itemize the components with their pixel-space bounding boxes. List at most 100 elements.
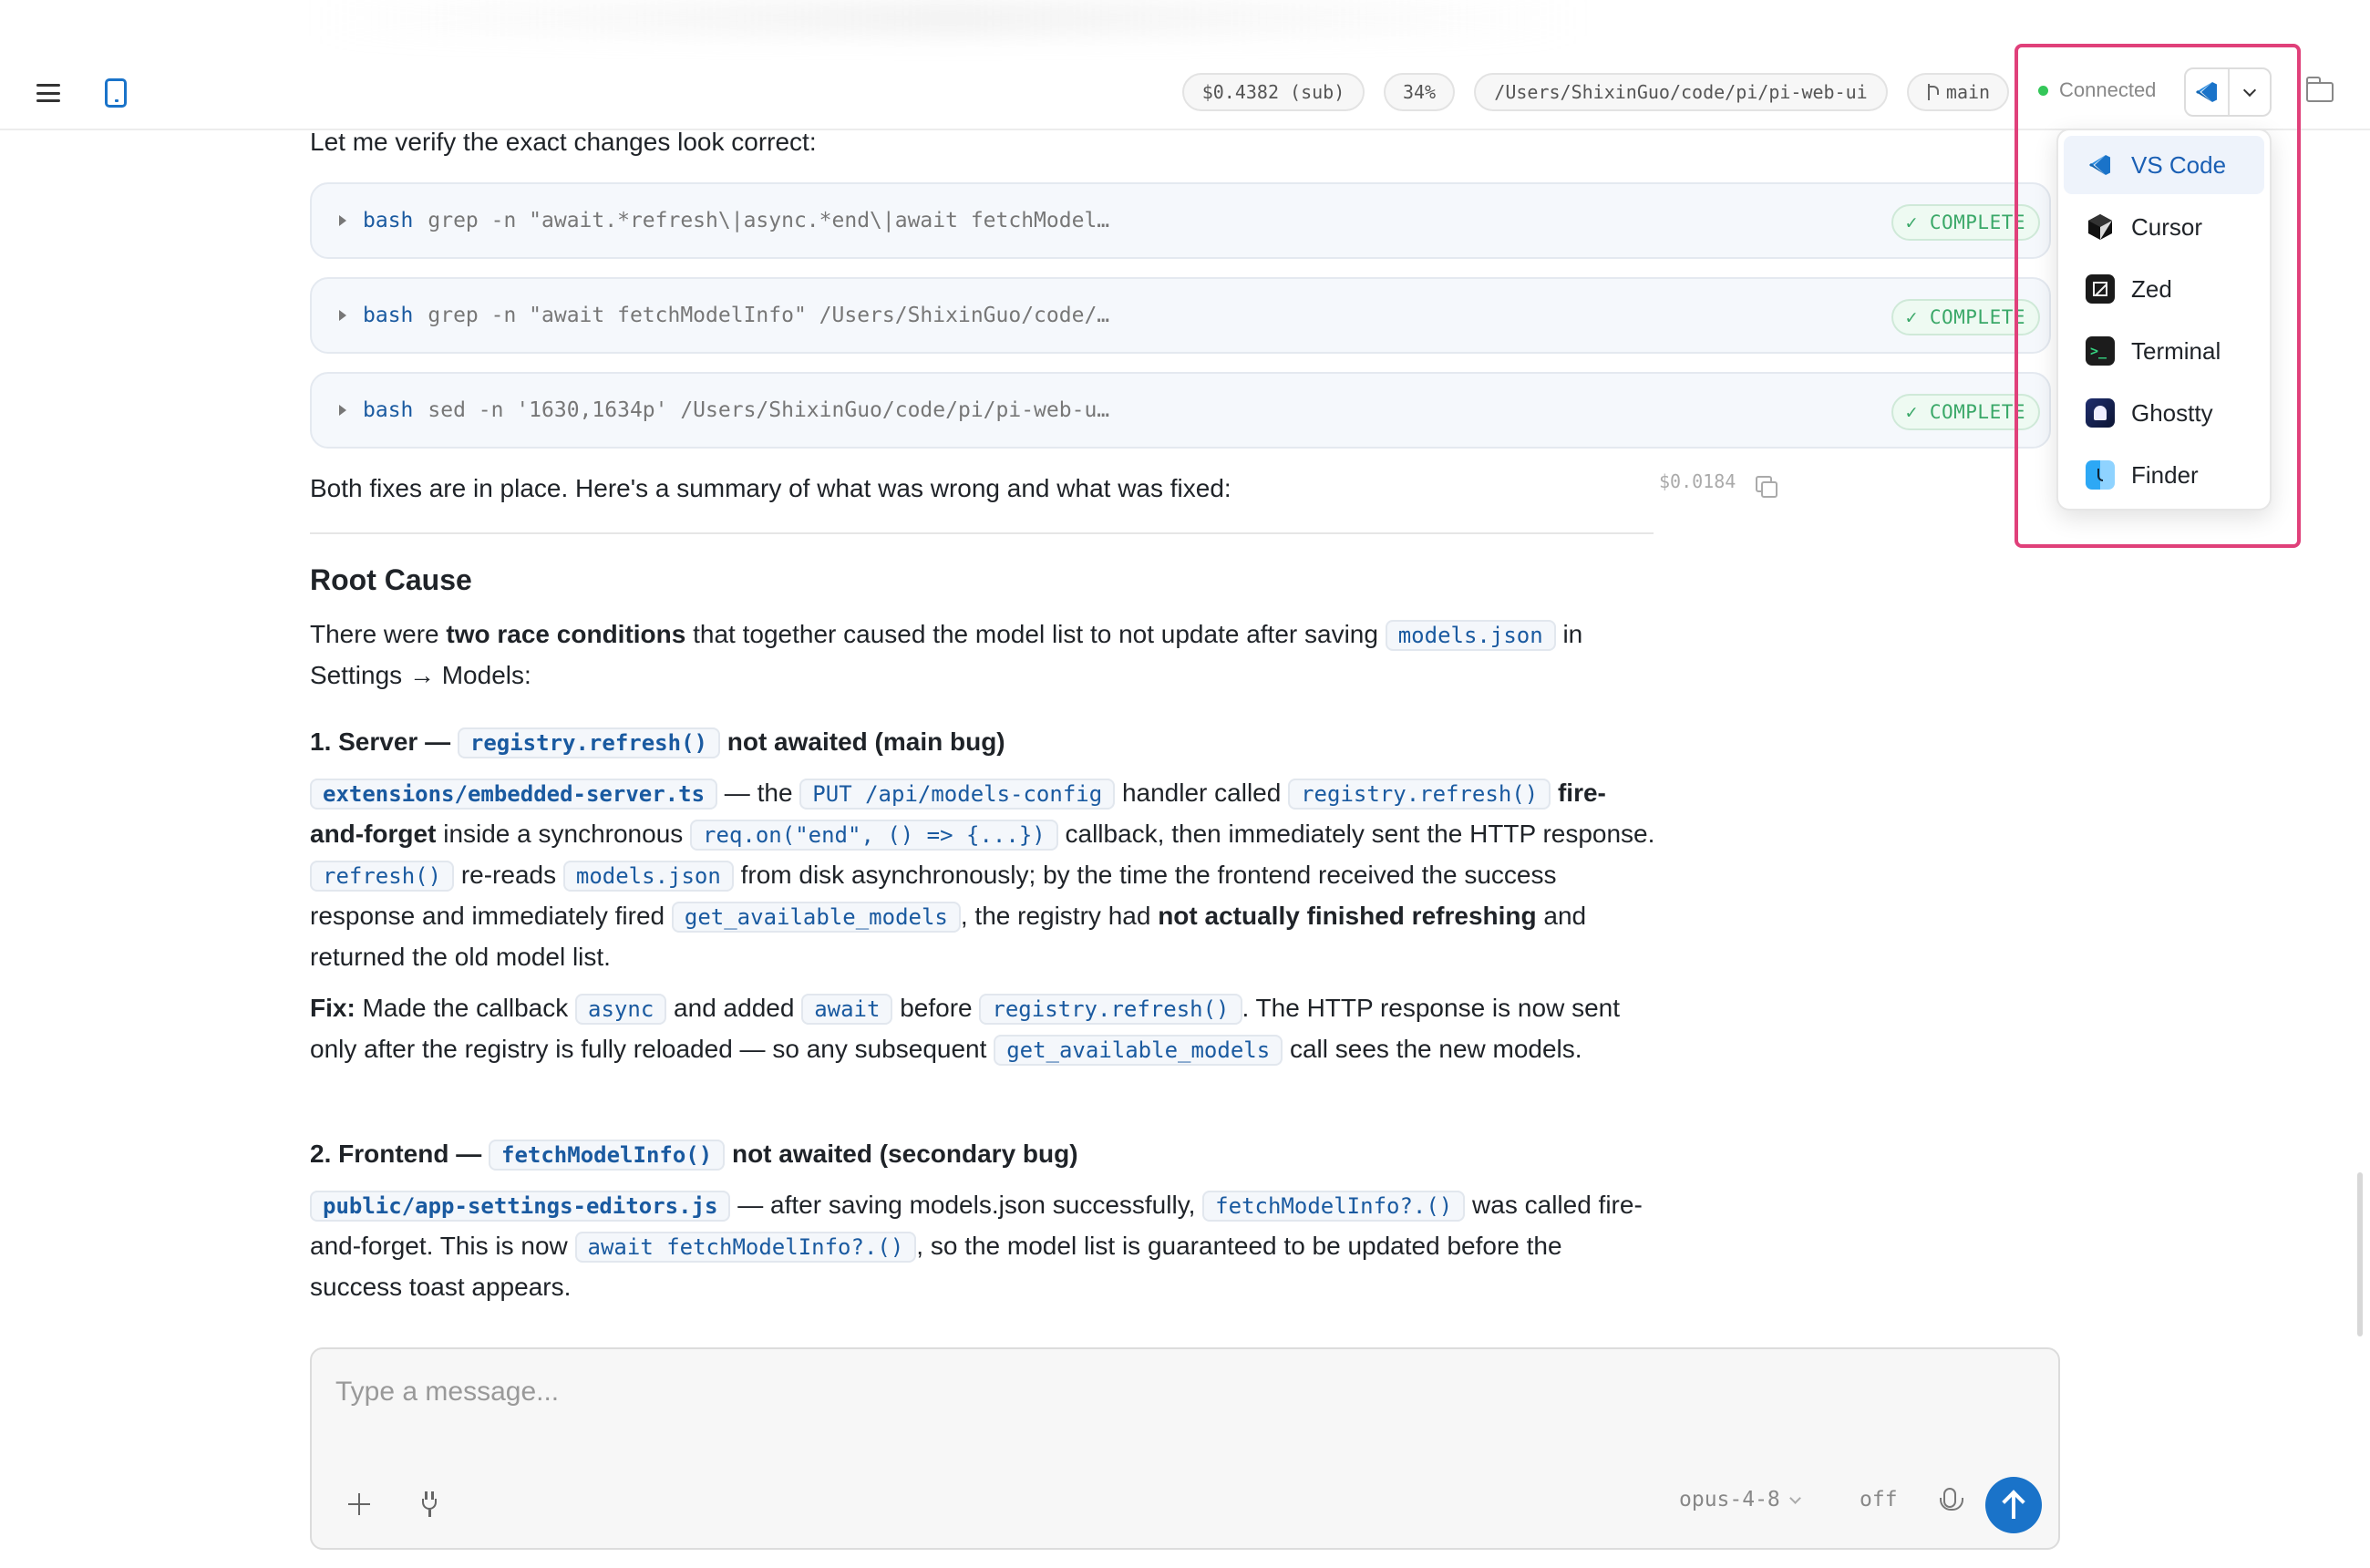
- vscode-icon: [2195, 82, 2217, 102]
- inline-code: registry.refresh(): [457, 727, 720, 758]
- text: inside a synchronous: [436, 820, 691, 848]
- text: not awaited (main bug): [719, 727, 1005, 756]
- text: call sees the new models.: [1283, 1035, 1582, 1063]
- expand-caret-icon: [339, 310, 346, 321]
- divider: [310, 532, 1654, 534]
- send-button[interactable]: [1985, 1477, 2042, 1533]
- editor-menu-item-vscode[interactable]: VS Code: [2064, 136, 2264, 194]
- editor-menu-label: Finder: [2131, 460, 2199, 489]
- paragraph: There were two race conditions that toge…: [310, 614, 1659, 696]
- git-branch-label: main: [1945, 81, 1991, 103]
- tool-command: bash: [363, 209, 414, 232]
- inline-code: extensions/embedded-server.ts: [310, 779, 718, 810]
- vscode-icon: [2086, 150, 2115, 180]
- expand-caret-icon: [339, 405, 346, 416]
- message-input[interactable]: [335, 1369, 1885, 1415]
- zed-icon: [2086, 274, 2115, 304]
- tool-args: grep -n "await.*refresh\|async.*end\|awa…: [428, 209, 1110, 232]
- menu-icon[interactable]: [36, 84, 60, 102]
- working-directory-badge[interactable]: /Users/ShixinGuo/code/pi/pi-web-ui: [1474, 73, 1888, 111]
- terminal-icon: >_: [2086, 336, 2115, 366]
- text: Made the callback: [355, 994, 576, 1022]
- tool-call-row[interactable]: bash sed -n '1630,1634p' /Users/ShixinGu…: [310, 372, 2051, 449]
- copy-icon[interactable]: [1756, 476, 1778, 498]
- git-branch-icon: [1926, 84, 1939, 100]
- editor-menu-item-cursor[interactable]: Cursor: [2064, 198, 2264, 256]
- model-selector[interactable]: opus-4-8: [1679, 1488, 1801, 1511]
- scrollbar[interactable]: [2357, 1172, 2363, 1336]
- text: before: [892, 994, 980, 1022]
- status-badge: ✓ COMPLETE: [1891, 394, 2040, 430]
- inline-code: models.json: [562, 861, 734, 892]
- inline-code: refresh(): [310, 861, 455, 892]
- tool-call-row[interactable]: bash grep -n "await.*refresh\|async.*end…: [310, 182, 2051, 259]
- text: callback, then immediately sent the HTTP…: [1057, 820, 1655, 848]
- subsection-heading: 2. Frontend — fetchModelInfo() not await…: [310, 1134, 1078, 1175]
- tool-command: bash: [363, 304, 414, 327]
- open-in-vscode-button[interactable]: [2186, 69, 2228, 115]
- inline-code: fetchModelInfo?.(): [1202, 1191, 1466, 1222]
- connection-status-label: Connected: [2059, 78, 2157, 101]
- microphone-icon[interactable]: [1940, 1488, 1963, 1511]
- text: — after saving models.json successfully,: [730, 1191, 1203, 1219]
- message-composer: opus-4-8 off: [310, 1347, 2060, 1550]
- editor-menu-item-ghostty[interactable]: Ghostty: [2064, 384, 2264, 442]
- bold-text: not actually finished refreshing: [1158, 902, 1537, 930]
- paragraph: Fix: Made the callback async and added a…: [310, 988, 1659, 1070]
- text: handler called: [1115, 779, 1289, 807]
- editor-menu-label: Cursor: [2131, 212, 2203, 241]
- chevron-down-icon: [2242, 83, 2257, 98]
- editor-menu-item-finder[interactable]: Finder: [2064, 446, 2264, 504]
- text: not awaited (secondary bug): [725, 1140, 1078, 1168]
- tool-args: grep -n "await fetchModelInfo" /Users/Sh…: [428, 304, 1110, 327]
- paragraph: public/app-settings-editors.js — after s…: [310, 1185, 1659, 1307]
- context-usage-badge: 34%: [1384, 73, 1455, 111]
- inline-code: get_available_models: [994, 1035, 1283, 1066]
- tool-command: bash: [363, 398, 414, 422]
- status-badge: ✓ COMPLETE: [1891, 299, 2040, 335]
- folder-icon[interactable]: [2305, 77, 2334, 102]
- inline-code: await: [801, 994, 893, 1025]
- open-in-editor-button[interactable]: [2184, 67, 2272, 117]
- expand-caret-icon: [339, 215, 346, 226]
- text: that together caused the model list to n…: [685, 620, 1386, 648]
- tool-args: sed -n '1630,1634p' /Users/ShixinGuo/cod…: [428, 398, 1110, 422]
- inline-code: models.json: [1385, 620, 1556, 651]
- message-cost: $0.0184: [1659, 470, 1736, 492]
- ghostty-icon: [2086, 398, 2115, 428]
- cursor-icon: [2086, 212, 2115, 242]
- editor-menu-item-zed[interactable]: Zed: [2064, 260, 2264, 318]
- git-branch-badge[interactable]: main: [1907, 73, 2009, 111]
- inline-code: await fetchModelInfo?.(): [574, 1232, 917, 1263]
- text: 1. Server —: [310, 727, 458, 756]
- session-cost-badge: $0.4382 (sub): [1182, 73, 1365, 111]
- assistant-message-text: Let me verify the exact changes look cor…: [310, 128, 817, 156]
- section-heading: Root Cause: [310, 563, 472, 596]
- inline-code: registry.refresh(): [1288, 779, 1551, 810]
- editor-menu-label: VS Code: [2131, 150, 2227, 179]
- inline-code: fetchModelInfo(): [489, 1140, 726, 1171]
- editor-dropdown-toggle[interactable]: [2227, 69, 2270, 115]
- editor-menu-label: Ghostty: [2131, 398, 2213, 427]
- plugin-icon[interactable]: [419, 1491, 439, 1517]
- chevron-down-icon: [1788, 1491, 1801, 1504]
- assistant-message-text: Both fixes are in place. Here's a summar…: [310, 474, 1231, 502]
- bold-text: Fix:: [310, 994, 356, 1022]
- editor-menu: VS Code Cursor Zed >_ Terminal Ghostty F…: [2056, 129, 2272, 511]
- inline-code: get_available_models: [671, 902, 961, 933]
- inline-code: req.on("end", () => {...}): [690, 820, 1058, 851]
- connection-status: Connected: [2038, 78, 2156, 102]
- finder-icon: [2086, 460, 2115, 490]
- model-name: opus-4-8: [1679, 1488, 1780, 1511]
- inline-code: public/app-settings-editors.js: [310, 1191, 731, 1222]
- tool-call-row[interactable]: bash grep -n "await fetchModelInfo" /Use…: [310, 277, 2051, 354]
- status-dot-icon: [2038, 85, 2048, 96]
- arrow-up-icon: [2012, 1495, 2015, 1519]
- editor-menu-item-terminal[interactable]: >_ Terminal: [2064, 322, 2264, 380]
- editor-menu-label: Terminal: [2131, 336, 2221, 365]
- text: re-reads: [454, 861, 563, 889]
- text: 2. Frontend —: [310, 1140, 489, 1168]
- thinking-toggle[interactable]: off: [1860, 1488, 1898, 1511]
- device-icon[interactable]: [105, 78, 127, 108]
- add-attachment-icon[interactable]: [348, 1493, 370, 1515]
